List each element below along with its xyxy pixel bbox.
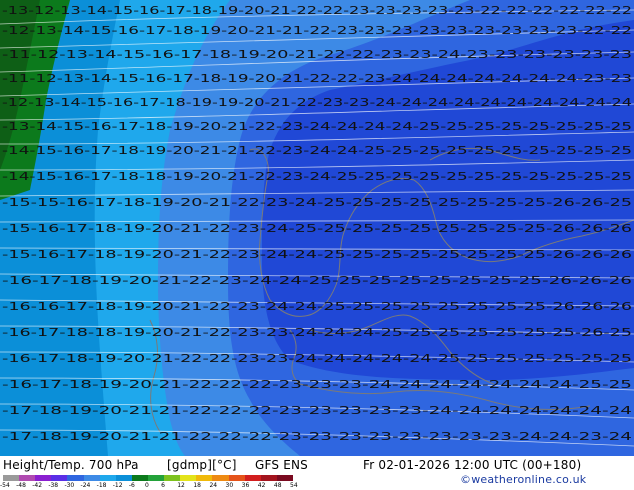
- color-scale-swatch: [180, 475, 197, 481]
- contour-label-row: -15-16-17-18-19-20-21-22-23-24-25-25-25-…: [2, 223, 633, 235]
- color-scale-swatch: [228, 475, 245, 481]
- color-scale-swatch: [147, 475, 165, 481]
- contour-label-row: -12-13-14-15-16-17-18-19-20-21-21-22-23-…: [2, 25, 632, 37]
- map-title-units: [gdmp][°C]: [167, 458, 237, 472]
- color-scale-swatch: [244, 475, 261, 481]
- color-scale-tick-label: -42: [32, 482, 43, 489]
- color-scale-tick-label: 30: [225, 482, 234, 489]
- color-scale-swatch: [35, 475, 52, 481]
- color-scale-swatch: [131, 475, 148, 481]
- color-scale-tick-label: 6: [161, 482, 165, 489]
- color-scale-swatch: [67, 475, 84, 481]
- contour-label-row: -16-17-18-19-20-21-22-22-23-23-24-24-24-…: [2, 353, 632, 365]
- color-scale-tick-label: 36: [241, 482, 250, 489]
- contour-label-row: -11-12-13-14-15-16-17-18-19-20-21-22-22-…: [2, 73, 632, 85]
- color-scale-swatch: [99, 475, 116, 481]
- map-title-parameter: Height/Temp. 700 hPa: [3, 458, 139, 472]
- color-scale-swatch: [260, 475, 277, 481]
- color-scale-swatch: [196, 475, 213, 481]
- contour-label-row: -17-18-19-20-21-21-22-22-22-23-23-23-23-…: [2, 405, 633, 417]
- contour-label-row: -16-17-18-18-19-20-21-22-23-23-24-24-24-…: [2, 327, 632, 339]
- color-scale-tick-label: -18: [96, 482, 107, 489]
- color-scale-swatch: [115, 475, 132, 481]
- contour-label-row: -13-12-13-14-15-16-17-18-19-20-21-22-22-…: [2, 5, 632, 17]
- color-scale-labels: -54 -48 -42 -38 -30 -24 -18 -12 -6 0 6 12 18 24 30 36 42…: [0, 482, 303, 490]
- color-scale-tick-label: -6: [128, 482, 135, 489]
- contour-label-row: -15-15-16-17-18-19-20-21-22-23-24-25-25-…: [2, 197, 632, 209]
- color-scale-tick-label: 0: [145, 482, 149, 489]
- contour-label-row: -11-12-13-14-15-16-17-18-19-20-21-22-22-…: [2, 49, 632, 61]
- color-scale-swatch: [51, 475, 68, 481]
- color-scale-tick-label: -54: [0, 482, 10, 489]
- contour-label-row: -15-16-17-18-19-20-21-22-23-24-24-25-25-…: [2, 249, 633, 261]
- contour-label-row: -16-17-18-19-20-21-22-22-22-23-23-23-24-…: [2, 379, 632, 391]
- color-scale-tick-label: -38: [48, 482, 59, 489]
- contour-label-row: -13-14-15-16-17-18-19-20-21-22-23-24-24-…: [2, 121, 632, 133]
- color-scale-swatch: [83, 475, 100, 481]
- color-scale-tick-label: 42: [257, 482, 266, 489]
- weather-map[interactable]: -13-12-13-14-15-16-17-18-19-20-21-22-22-…: [0, 0, 634, 456]
- color-scale-tick-label: 54: [290, 482, 298, 489]
- contour-label-row: -12-13-14-15-16-17-18-19-19-20-21-22-23-…: [2, 97, 632, 109]
- contour-label-row: -17-18-19-20-21-21-22-22-22-23-23-23-23-…: [2, 431, 633, 443]
- contour-label-row: -14-15-16-17-18-19-20-21-21-22-23-24-24-…: [2, 145, 632, 157]
- color-scale-tick-label: 24: [209, 482, 218, 489]
- contour-label-row: -16-17-18-19-20-21-22-23-24-24-25-25-25-…: [2, 275, 633, 287]
- color-scale-swatch: [164, 475, 181, 481]
- map-model-name: GFS ENS: [255, 458, 308, 472]
- color-scale-bar: [3, 475, 293, 481]
- contour-label-row: -16-16-17-18-19-20-21-22-23-24-24-25-25-…: [2, 301, 633, 313]
- color-scale-tick-label: -24: [80, 482, 91, 489]
- map-footer: Height/Temp. 700 hPa [gdmp][°C] GFS ENS …: [0, 456, 634, 490]
- color-scale-swatch: [276, 475, 293, 481]
- color-scale-tick-label: -48: [16, 482, 26, 489]
- color-scale-swatch: [3, 475, 20, 481]
- color-scale-tick-label: -12: [112, 482, 123, 489]
- color-scale-swatch: [19, 475, 36, 481]
- color-scale-tick-label: 12: [177, 482, 185, 489]
- color-scale-tick-label: -30: [64, 482, 75, 489]
- contour-label-row: -14-15-16-17-18-18-19-20-21-22-23-24-25-…: [2, 171, 632, 183]
- color-scale-tick-label: 48: [273, 482, 282, 489]
- color-scale-swatch: [212, 475, 229, 481]
- credit-link[interactable]: ©weatheronline.co.uk: [460, 473, 586, 486]
- map-canvas: -13-12-13-14-15-16-17-18-19-20-21-22-22-…: [0, 0, 634, 456]
- color-scale-tick-label: 18: [193, 482, 201, 489]
- valid-time: Fr 02-01-2026 12:00 UTC (00+180): [363, 458, 582, 472]
